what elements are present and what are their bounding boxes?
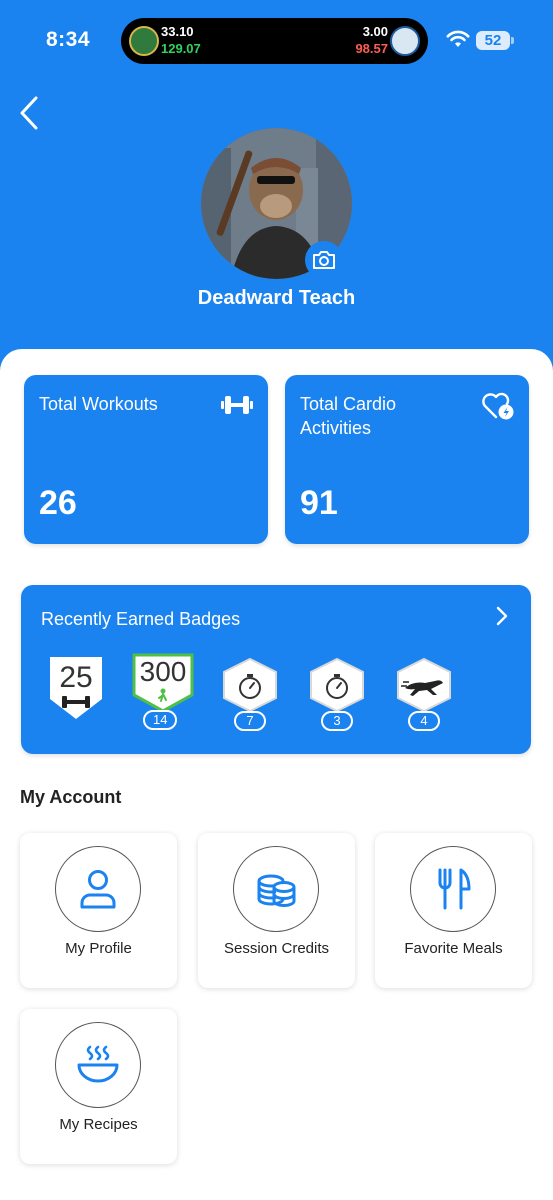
favorite-meals-circle (410, 846, 496, 932)
badge-stopwatch-3[interactable]: 3 (308, 657, 366, 731)
favorite-meals-label: Favorite Meals (404, 940, 503, 957)
ticker-right-bottom: 98.57 (355, 41, 388, 56)
my-recipes-label: My Recipes (59, 1116, 138, 1133)
badge-stopwatch-7-count: 7 (234, 711, 266, 731)
total-cardio-label: Total Cardio Activities (300, 394, 397, 438)
change-photo-button[interactable] (305, 241, 343, 279)
status-time: 8:34 (46, 28, 91, 51)
chevron-right-icon[interactable] (493, 605, 511, 627)
recent-badges-card[interactable]: Recently Earned Badges 25 300 14 7 3 4 (21, 585, 531, 754)
coins-icon (257, 874, 296, 907)
bowl-icon (77, 1045, 119, 1083)
session-credits-label: Session Credits (223, 940, 330, 957)
live-activity-ticker[interactable]: 33.10 129.07 3.00 98.57 (121, 18, 428, 64)
total-cardio-value: 91 (300, 484, 338, 522)
wifi-icon (446, 30, 470, 47)
total-workouts-value: 26 (39, 484, 77, 522)
stopwatch-icon (223, 657, 277, 713)
heart-bolt-icon (482, 392, 514, 420)
battery-tip (511, 37, 514, 44)
badge-stopwatch-3-count: 3 (321, 711, 353, 731)
player-avatar-icon (129, 26, 159, 56)
total-workouts-label: Total Workouts (39, 394, 158, 414)
badge-300-text: 300 (139, 656, 187, 687)
profile-header: 8:34 33.10 129.07 3.00 98.57 52 Deadward… (0, 0, 553, 380)
dumbbell-icon (221, 396, 253, 414)
badge-300-count: 14 (143, 710, 178, 730)
total-cardio-card[interactable]: Total Cardio Activities 91 (285, 375, 529, 544)
my-profile-tile[interactable]: My Profile (20, 833, 177, 988)
badge-25-workouts[interactable]: 25 (48, 655, 104, 726)
my-profile-circle (55, 846, 141, 932)
badge-300-steps[interactable]: 300 14 (132, 653, 194, 730)
battery-indicator: 52 (476, 31, 510, 50)
my-profile-label: My Profile (65, 940, 132, 957)
my-recipes-tile[interactable]: My Recipes (20, 1009, 177, 1164)
ticker-left-bottom: 129.07 (161, 41, 201, 56)
badge-cheetah-4[interactable]: 4 (395, 657, 453, 731)
cheetah-icon (397, 657, 451, 713)
badge-stopwatch-7[interactable]: 7 (221, 657, 279, 731)
person-icon (80, 870, 116, 909)
user-name: Deadward Teach (197, 287, 356, 309)
ticker-right-top: 3.00 (362, 24, 388, 39)
back-chevron-icon[interactable] (14, 94, 48, 132)
camera-icon (313, 251, 335, 269)
badge-25-text: 25 (59, 661, 93, 694)
my-account-title: My Account (20, 787, 122, 807)
badges-title: Recently Earned Badges (41, 609, 241, 629)
fork-knife-icon (438, 868, 471, 910)
stopwatch-icon (310, 657, 364, 713)
my-recipes-circle (55, 1022, 141, 1108)
session-credits-tile[interactable]: Session Credits (198, 833, 355, 988)
favorite-meals-tile[interactable]: Favorite Meals (375, 833, 532, 988)
badge-cheetah-4-count: 4 (408, 711, 440, 731)
total-workouts-card[interactable]: Total Workouts 26 (24, 375, 268, 544)
team-logo-icon (390, 26, 420, 56)
ticker-left-top: 33.10 (161, 24, 194, 39)
session-credits-circle (233, 846, 319, 932)
